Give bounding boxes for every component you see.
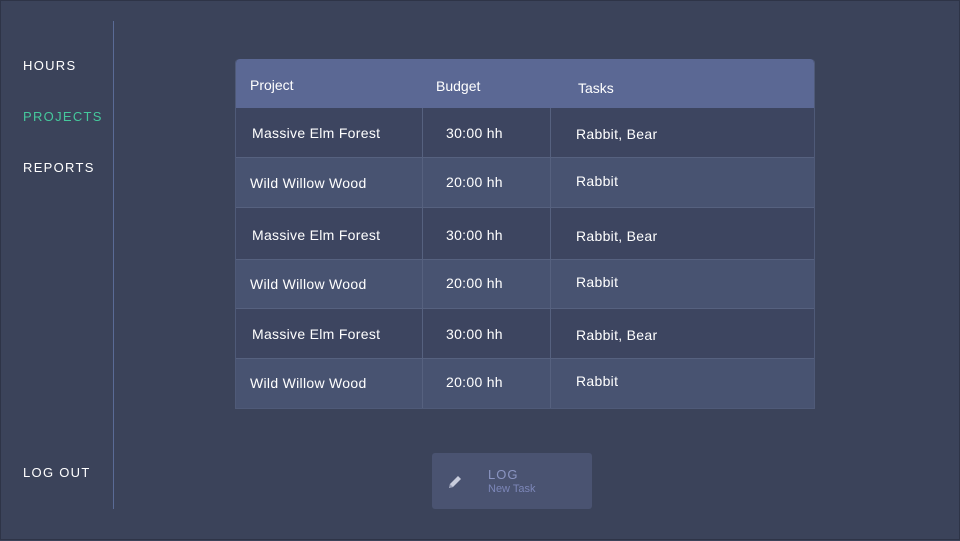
column-divider [422, 108, 423, 408]
sidebar-divider [113, 21, 114, 509]
table-row[interactable]: Wild Willow Wood 20:00 hh Rabbit [236, 359, 814, 408]
column-header-project[interactable]: Project [250, 77, 294, 93]
table-header: Project Budget Tasks [236, 59, 814, 108]
tasks-cell: Rabbit, Bear [576, 126, 658, 142]
table-row[interactable]: Wild Willow Wood 20:00 hh Rabbit [236, 158, 814, 208]
budget-cell: 20:00 hh [446, 174, 503, 190]
log-button-title: LOG [488, 467, 519, 482]
budget-cell: 30:00 hh [446, 227, 503, 243]
column-header-budget[interactable]: Budget [436, 78, 480, 94]
project-cell: Wild Willow Wood [250, 175, 367, 191]
column-divider [550, 108, 551, 408]
app-window: HOURS PROJECTS REPORTS LOG OUT Project B… [0, 0, 960, 540]
pencil-icon [446, 473, 464, 491]
tasks-cell: Rabbit [576, 373, 619, 389]
budget-cell: 30:00 hh [446, 125, 503, 141]
project-cell: Massive Elm Forest [252, 227, 381, 243]
projects-table: Project Budget Tasks Massive Elm Forest … [235, 59, 815, 409]
project-cell: Wild Willow Wood [250, 276, 367, 292]
project-cell: Massive Elm Forest [252, 326, 381, 342]
table-row[interactable]: Wild Willow Wood 20:00 hh Rabbit [236, 260, 814, 309]
tasks-cell: Rabbit, Bear [576, 228, 658, 244]
tasks-cell: Rabbit [576, 173, 619, 189]
sidebar: HOURS PROJECTS REPORTS LOG OUT [1, 1, 115, 541]
column-header-tasks[interactable]: Tasks [578, 80, 614, 96]
project-cell: Wild Willow Wood [250, 375, 367, 391]
sidebar-item-projects[interactable]: PROJECTS [23, 109, 103, 124]
sidebar-item-hours[interactable]: HOURS [23, 58, 76, 73]
table-row[interactable]: Massive Elm Forest 30:00 hh Rabbit, Bear [236, 309, 814, 359]
tasks-cell: Rabbit, Bear [576, 327, 658, 343]
budget-cell: 20:00 hh [446, 374, 503, 390]
budget-cell: 20:00 hh [446, 275, 503, 291]
sidebar-item-reports[interactable]: REPORTS [23, 160, 95, 175]
log-new-task-button[interactable]: LOG New Task [432, 453, 592, 509]
table-row[interactable]: Massive Elm Forest 30:00 hh Rabbit, Bear [236, 108, 814, 158]
tasks-cell: Rabbit [576, 274, 619, 290]
log-button-subtitle: New Task [488, 483, 536, 495]
logout-link[interactable]: LOG OUT [23, 465, 91, 480]
project-cell: Massive Elm Forest [252, 125, 381, 141]
budget-cell: 30:00 hh [446, 326, 503, 342]
table-row[interactable]: Massive Elm Forest 30:00 hh Rabbit, Bear [236, 208, 814, 260]
